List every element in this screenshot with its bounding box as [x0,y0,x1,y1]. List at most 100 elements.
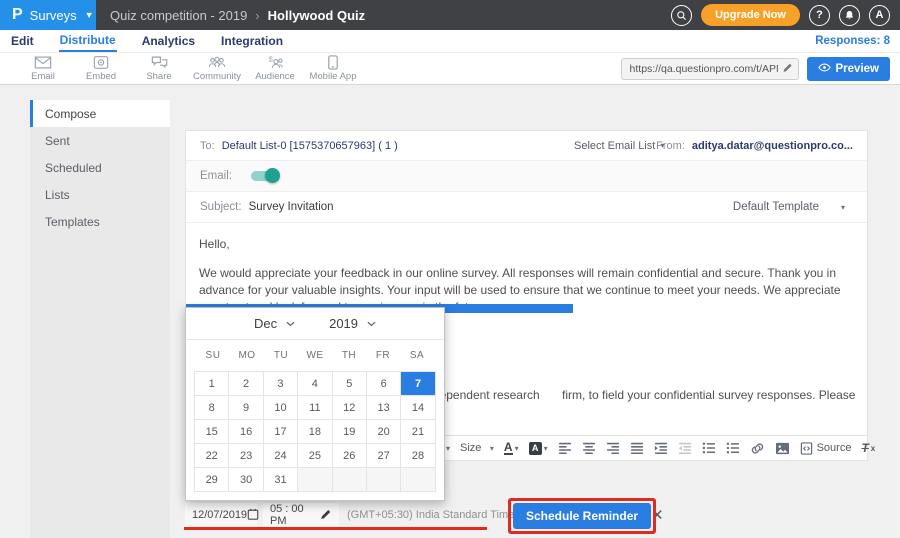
sidebar-item-lists[interactable]: Lists [30,181,170,208]
calendar-day[interactable]: 2 [229,372,263,396]
from-email-value[interactable]: aditya.datar@questionpro.co... [692,140,853,152]
from-group: From: aditya.datar@questionpro.co... [656,140,853,152]
surveys-menu[interactable]: P Surveys ▼ [0,0,96,30]
calendar-day[interactable]: 25 [298,444,332,468]
channel-share[interactable]: Share [130,55,188,82]
font-dropdown-caret-icon[interactable]: ▾ [446,444,450,453]
audience-icon: $ [266,55,284,70]
weekday-label: MO [230,350,264,361]
tab-analytics[interactable]: Analytics [141,31,196,51]
to-list-value[interactable]: Default List-0 [1575370657963] ( 1 ) [222,140,398,152]
responses-count[interactable]: Responses: 8 [815,35,890,47]
font-size-dropdown[interactable]: Size ▾ [460,439,494,457]
weekday-label: WE [298,350,332,361]
edit-time-pencil-icon [320,508,332,523]
calendar-day[interactable]: 3 [264,372,298,396]
help-icon[interactable]: ? [809,5,830,26]
upgrade-now-button[interactable]: Upgrade Now [701,4,800,26]
subject-value[interactable]: Survey Invitation [249,201,334,213]
calendar-day[interactable]: 26 [333,444,367,468]
calendar-icon [247,508,259,523]
calendar-day[interactable]: 27 [367,444,401,468]
calendar-day[interactable]: 11 [298,396,332,420]
bullet-list-icon[interactable] [702,441,716,455]
survey-nav: Edit Distribute Analytics Integration Re… [0,30,900,53]
sidebar-item-compose[interactable]: Compose [30,100,170,127]
email-toggle[interactable] [251,171,277,181]
calendar-day[interactable]: 12 [333,396,367,420]
distribute-channels: Email Embed Share Community $ Audience M… [0,53,900,85]
sidebar-item-scheduled[interactable]: Scheduled [30,154,170,181]
edit-url-pencil-icon[interactable] [782,60,793,78]
calendar-day[interactable]: 20 [367,420,401,444]
remove-format-icon[interactable]: Tx [861,441,875,455]
calendar-day[interactable]: 17 [264,420,298,444]
channel-mobile-app[interactable]: Mobile App [304,55,362,82]
tab-edit[interactable]: Edit [10,31,35,51]
select-email-list-dropdown[interactable]: Select Email List ▾ [574,140,664,152]
source-button[interactable]: Source [800,442,852,455]
year-dropdown[interactable]: 2019 [329,316,376,331]
calendar-empty-cell [367,468,401,492]
align-right-icon[interactable] [606,441,620,455]
tab-integration[interactable]: Integration [220,31,284,51]
calendar-day[interactable]: 23 [229,444,263,468]
notifications-bell-icon[interactable] [839,5,860,26]
search-icon[interactable] [671,5,692,26]
schedule-time-field[interactable]: 05 : 00 PM [263,503,339,527]
numbered-list-icon[interactable] [726,441,740,455]
calendar-day[interactable]: 10 [264,396,298,420]
calendar-day[interactable]: 15 [195,420,229,444]
align-left-icon[interactable] [558,441,572,455]
align-center-icon[interactable] [582,441,596,455]
breadcrumb-survey-name[interactable]: Quiz competition - 2019 [110,8,247,23]
share-icon [151,55,168,70]
calendar-day[interactable]: 6 [367,372,401,396]
calendar-day[interactable]: 31 [264,468,298,492]
template-dropdown[interactable]: Default Template ▾ [733,201,853,213]
calendar-day[interactable]: 1 [195,372,229,396]
surveys-menu-label: Surveys [30,8,77,23]
align-justify-icon[interactable] [630,441,644,455]
calendar-day[interactable]: 18 [298,420,332,444]
channel-embed[interactable]: Embed [72,55,130,82]
background-color-button[interactable]: A▾ [529,442,548,455]
channel-community[interactable]: Community [188,55,246,82]
sidebar-item-sent[interactable]: Sent [30,127,170,154]
avatar[interactable]: A [869,5,890,26]
channel-email[interactable]: Email [14,55,72,82]
outdent-icon[interactable] [678,441,692,455]
calendar-day[interactable]: 4 [298,372,332,396]
calendar-day[interactable]: 21 [401,420,435,444]
calendar-day[interactable]: 14 [401,396,435,420]
calendar-day[interactable]: 9 [229,396,263,420]
date-picker-popup: Dec 2019 SU MO TU WE TH FR SA 1234567891… [185,307,445,501]
calendar-day[interactable]: 28 [401,444,435,468]
month-dropdown[interactable]: Dec [254,316,295,331]
calendar-day[interactable]: 8 [195,396,229,420]
calendar-day[interactable]: 24 [264,444,298,468]
indent-icon[interactable] [654,441,668,455]
calendar-day[interactable]: 16 [229,420,263,444]
channel-label: Audience [255,71,295,82]
calendar-day[interactable]: 5 [333,372,367,396]
calendar-day[interactable]: 22 [195,444,229,468]
text-color-button[interactable]: A▾ [504,442,519,455]
channel-audience[interactable]: $ Audience [246,55,304,82]
text-color-letter: A [504,442,513,455]
calendar-day[interactable]: 7 [401,372,435,396]
eye-icon [818,63,831,75]
calendar-day[interactable]: 13 [367,396,401,420]
survey-url-text[interactable]: https://qa.questionpro.com/t/APNrFZf2S [630,63,778,75]
insert-link-icon[interactable] [750,442,765,455]
schedule-date-field[interactable]: 12/07/2019 [185,503,257,527]
preview-button[interactable]: Preview [807,57,890,81]
schedule-reminder-button[interactable]: Schedule Reminder [513,503,651,529]
tab-distribute[interactable]: Distribute [59,30,117,52]
calendar-day[interactable]: 29 [195,468,229,492]
bg-color-letter: A [529,442,542,455]
calendar-day[interactable]: 30 [229,468,263,492]
calendar-day[interactable]: 19 [333,420,367,444]
insert-image-icon[interactable] [775,442,790,455]
sidebar-item-templates[interactable]: Templates [30,208,170,235]
